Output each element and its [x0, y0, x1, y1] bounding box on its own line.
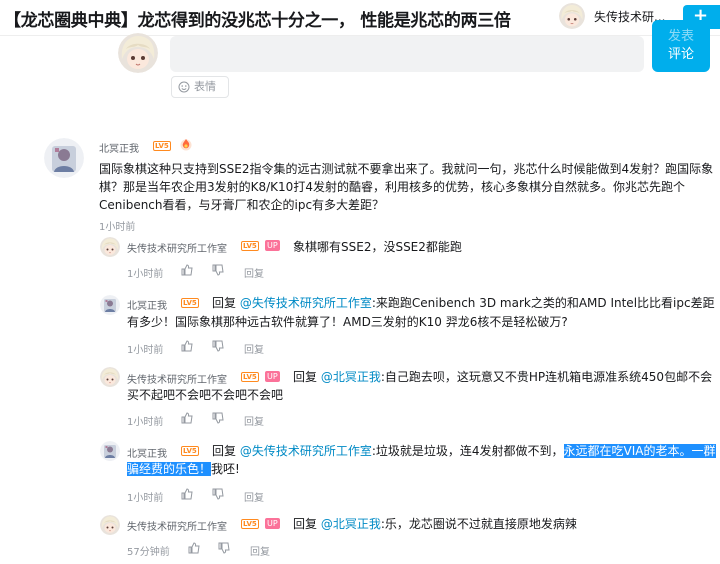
emoji-button[interactable]: 表情: [171, 76, 229, 98]
reply-time: 1小时前: [127, 269, 164, 280]
level-badge: LV5: [241, 519, 259, 529]
reply-text-line: 回复 @失传技术研究所工作室:来跑跑Cenibench 3D mark之类的和A…: [212, 296, 715, 310]
like-icon[interactable]: [181, 340, 193, 352]
like-icon[interactable]: [188, 542, 200, 554]
avatar[interactable]: [100, 515, 120, 535]
page-title: 【龙芯圈典中典】龙芯得到的没兆芯十分之一， 性能是兆芯的两三倍: [4, 11, 511, 31]
reply-text-line: 有多少！国际象棋那种远古软件就算了！AMD三发射的K10 羿龙6核不是轻松破万?: [127, 315, 568, 329]
avatar[interactable]: [100, 441, 120, 461]
level-badge: LV5: [241, 241, 259, 251]
reply-username[interactable]: 失传技术研究所工作室: [127, 240, 227, 255]
comment-time: 1小时前: [99, 222, 136, 233]
reply-button[interactable]: 回复: [244, 413, 264, 428]
mention-link[interactable]: @失传技术研究所工作室: [240, 444, 372, 458]
dislike-icon[interactable]: [212, 340, 224, 352]
reply-time: 1小时前: [127, 345, 164, 356]
reply-text-line: 回复 @失传技术研究所工作室:垃圾就是垃圾，连4发射都做不到，永远都在吃VIA的…: [212, 444, 716, 458]
dislike-icon[interactable]: [212, 412, 224, 424]
comment-text-line: Cenibench看看，与牙膏厂和农企的ipc有多大差距？: [99, 198, 385, 212]
comment-username[interactable]: 北冥正我: [99, 140, 139, 155]
user-avatar[interactable]: [559, 3, 585, 29]
up-badge: UP: [265, 240, 280, 251]
avatar[interactable]: [100, 237, 120, 257]
dislike-icon[interactable]: [218, 542, 230, 554]
reply-username[interactable]: 北冥正我: [127, 445, 167, 460]
mention-link[interactable]: @北冥正我: [321, 370, 381, 384]
reply-username[interactable]: 失传技术研究所工作室: [127, 518, 227, 533]
reply-time: 1小时前: [127, 417, 164, 428]
submit-comment-button[interactable]: 发表 评论: [652, 20, 710, 72]
level-badge: LV5: [181, 298, 199, 308]
smile-icon: [178, 81, 190, 93]
reply-text-line: 回复 @北冥正我:乐，龙芯圈说不过就直接原地发病辣: [293, 517, 577, 531]
reply-button[interactable]: 回复: [250, 543, 270, 558]
like-icon[interactable]: [181, 264, 193, 276]
reply-text-line: 买不起吧不会吧不会吧不会吧: [127, 388, 284, 402]
dislike-icon[interactable]: [212, 264, 224, 276]
comment-text-line: 国际象棋这种只支持到SSE2指令集的远古测试就不要拿出来了。我就问一句，兆芯什么…: [99, 162, 714, 176]
level-badge: LV5: [181, 446, 199, 456]
reply-username[interactable]: 北冥正我: [127, 297, 167, 312]
reply-username[interactable]: 失传技术研究所工作室: [127, 371, 227, 386]
reply-text-line: 骗经费的乐色！我呸!: [127, 462, 240, 476]
avatar[interactable]: [100, 367, 120, 387]
reply-time: 1小时前: [127, 493, 164, 504]
mention-link[interactable]: @失传技术研究所工作室: [240, 296, 372, 310]
up-badge: UP: [265, 518, 280, 529]
flame-badge-icon: [180, 139, 192, 151]
reply-button[interactable]: 回复: [244, 489, 264, 504]
selected-text: 永远都在吃VIA的老本。一群: [563, 444, 716, 458]
reply-text-line: 象棋哪有SSE2，没SSE2都能跑: [293, 240, 462, 254]
reply-time: 57分钟前: [127, 547, 170, 558]
avatar[interactable]: [44, 138, 84, 178]
selected-text: 骗经费的乐色！: [127, 462, 212, 476]
comment-text-line: 棋？那是当年农企用3发射的K8/K10打4发射的酷睿，利用核多的优势，核心多象棋…: [99, 180, 685, 194]
reply-button[interactable]: 回复: [244, 265, 264, 280]
avatar[interactable]: [100, 295, 120, 315]
level-badge: LV5: [153, 141, 171, 151]
like-icon[interactable]: [181, 488, 193, 500]
level-badge: LV5: [241, 372, 259, 382]
reply-text-line: 回复 @北冥正我:自己跑去呗，这玩意又不贵HP连机箱电源准系统450包邮不会: [293, 370, 713, 384]
up-badge: UP: [265, 371, 280, 382]
comment-input[interactable]: [170, 36, 644, 72]
dislike-icon[interactable]: [212, 488, 224, 500]
reply-button[interactable]: 回复: [244, 341, 264, 356]
editor-avatar: [118, 33, 158, 73]
like-icon[interactable]: [181, 412, 193, 424]
mention-link[interactable]: @北冥正我: [321, 517, 381, 531]
page-header: 【龙芯圈典中典】龙芯得到的没兆芯十分之一， 性能是兆芯的两三倍 失传技术研...…: [0, 0, 720, 36]
